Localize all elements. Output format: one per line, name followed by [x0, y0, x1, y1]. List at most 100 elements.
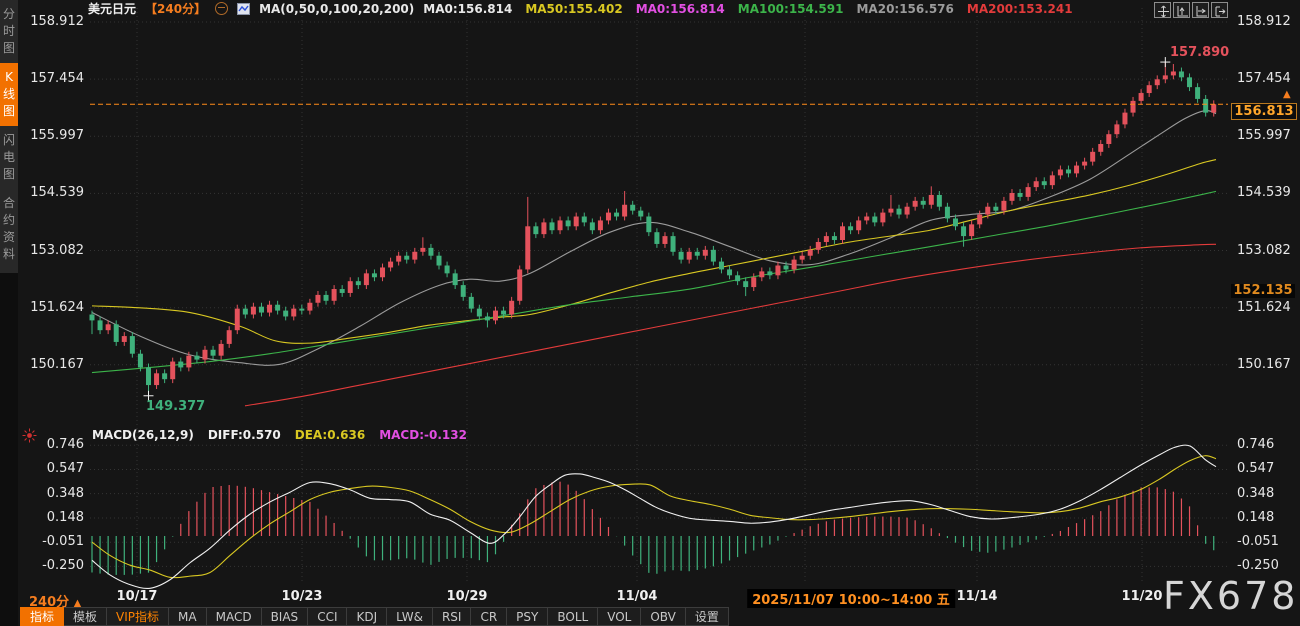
scale-vertical-icon[interactable] — [1173, 2, 1190, 18]
candle-body — [1155, 79, 1160, 85]
candle-body — [598, 220, 603, 230]
candle-body — [501, 311, 506, 315]
toolbar-tab-OBV[interactable]: OBV — [641, 607, 686, 626]
candle-body — [477, 309, 482, 317]
toolbar-tab-指标[interactable]: 指标 — [20, 607, 64, 626]
sidebar-tab-合约资料[interactable]: 合约资料 — [0, 189, 18, 269]
candlestick-chart-canvas[interactable] — [0, 0, 1300, 626]
toolbar-tab-CR[interactable]: CR — [471, 607, 507, 626]
price-axis-label-left: 158.912 — [26, 14, 84, 29]
sidebar-tab-分时图[interactable]: 分时图 — [0, 0, 18, 63]
candle-body — [985, 207, 990, 215]
sidebar-tab-闪电图[interactable]: 闪电图 — [0, 126, 18, 189]
toolbar-tab-设置[interactable]: 设置 — [686, 607, 729, 626]
collapse-circle-icon[interactable] — [215, 2, 228, 15]
move-icon[interactable] — [1154, 2, 1171, 18]
candle-body — [719, 262, 724, 270]
candle-body — [929, 195, 934, 205]
candle-body — [138, 354, 143, 368]
macd-dea-value: DEA:0.636 — [295, 428, 365, 442]
toolbar-tab-KDJ[interactable]: KDJ — [347, 607, 387, 626]
candle-body — [428, 248, 433, 256]
macd-axis-label-right: -0.051 — [1237, 534, 1279, 549]
candle-body — [953, 218, 958, 226]
candle-body — [897, 209, 902, 215]
price-axis-label-left: 154.539 — [26, 185, 84, 200]
candle-body — [186, 356, 191, 368]
candle-body — [1026, 187, 1031, 197]
toolbar-tab-CCI[interactable]: CCI — [308, 607, 347, 626]
candle-body — [445, 266, 450, 274]
candle-body — [211, 350, 216, 356]
candle-body — [566, 220, 571, 226]
toolbar-tab-模板[interactable]: 模板 — [64, 607, 107, 626]
macd-axis-label-right: 0.547 — [1237, 461, 1274, 476]
scale-horizontal-icon[interactable] — [1192, 2, 1209, 18]
candle-body — [315, 295, 320, 303]
chart-type-tabs: 分时图K线图闪电图合约资料 — [0, 0, 18, 273]
candle-body — [872, 217, 877, 223]
sidebar-tab-K线图[interactable]: K线图 — [0, 63, 18, 126]
candle-body — [307, 303, 312, 311]
candle-body — [364, 273, 369, 285]
candle-body — [549, 222, 554, 230]
candle-body — [1131, 101, 1136, 113]
ma-line-MA50 — [92, 160, 1216, 344]
candle-body — [775, 266, 780, 276]
candle-body — [1082, 162, 1087, 166]
candle-body — [420, 248, 425, 252]
candle-body — [332, 289, 337, 301]
mini-chart-icon[interactable] — [237, 3, 250, 15]
candle-body — [114, 324, 119, 342]
candle-body — [735, 275, 740, 281]
candle-body — [921, 201, 926, 205]
candle-body — [154, 373, 159, 385]
chart-header: 美元日元 【240分】 MA(0,50,0,100,20,200) MA0:15… — [88, 1, 1073, 16]
macd-axis-label-right: 0.348 — [1237, 486, 1274, 501]
price-axis-label-right: 153.082 — [1237, 243, 1291, 258]
candle-body — [1106, 134, 1111, 144]
ma-legend-value: MA0:156.814 — [636, 2, 725, 16]
candle-body — [784, 266, 789, 270]
toolbar-tab-VIP指标[interactable]: VIP指标 — [107, 607, 169, 626]
chart-window-controls — [1154, 2, 1228, 18]
candle-body — [525, 226, 530, 269]
candle-body — [638, 211, 643, 217]
toolbar-tab-BIAS[interactable]: BIAS — [262, 607, 309, 626]
toolbar-tab-VOL[interactable]: VOL — [598, 607, 641, 626]
candle-body — [517, 269, 522, 300]
candle-body — [630, 205, 635, 211]
candle-body — [404, 256, 409, 260]
price-axis-label-left: 153.082 — [26, 243, 84, 258]
candle-body — [977, 215, 982, 225]
candle-body — [1163, 75, 1168, 79]
candle-body — [671, 236, 676, 252]
toolbar-tab-RSI[interactable]: RSI — [433, 607, 472, 626]
candle-body — [1147, 85, 1152, 93]
indicator-sun-icon[interactable] — [22, 428, 37, 443]
high-annotation: 157.890 — [1170, 45, 1229, 60]
macd-axis-label-right: 0.746 — [1237, 437, 1274, 452]
toolbar-tab-MACD[interactable]: MACD — [207, 607, 262, 626]
candle-body — [1001, 201, 1006, 211]
candle-body — [679, 252, 684, 260]
toolbar-tab-MA[interactable]: MA — [169, 607, 207, 626]
candle-body — [864, 217, 869, 221]
candle-body — [759, 271, 764, 277]
macd-title: MACD(26,12,9) — [92, 428, 194, 442]
price-axis-label-right: 155.997 — [1237, 128, 1291, 143]
candle-body — [856, 220, 861, 230]
macd-header: MACD(26,12,9) DIFF:0.570 DEA:0.636 MACD:… — [92, 428, 467, 442]
candle-body — [816, 242, 821, 250]
toolbar-tab-BOLL[interactable]: BOLL — [548, 607, 598, 626]
candle-body — [824, 236, 829, 242]
toolbar-tab-LW&[interactable]: LW& — [387, 607, 433, 626]
candle-body — [646, 217, 651, 233]
candle-body — [106, 324, 111, 330]
toolbar-tab-PSY[interactable]: PSY — [507, 607, 548, 626]
candle-body — [558, 220, 563, 230]
macd-axis-label-left: 0.547 — [26, 461, 84, 476]
x-axis-date-label: 11/14 — [957, 589, 998, 604]
pan-right-icon[interactable] — [1211, 2, 1228, 18]
candle-body — [800, 256, 805, 260]
